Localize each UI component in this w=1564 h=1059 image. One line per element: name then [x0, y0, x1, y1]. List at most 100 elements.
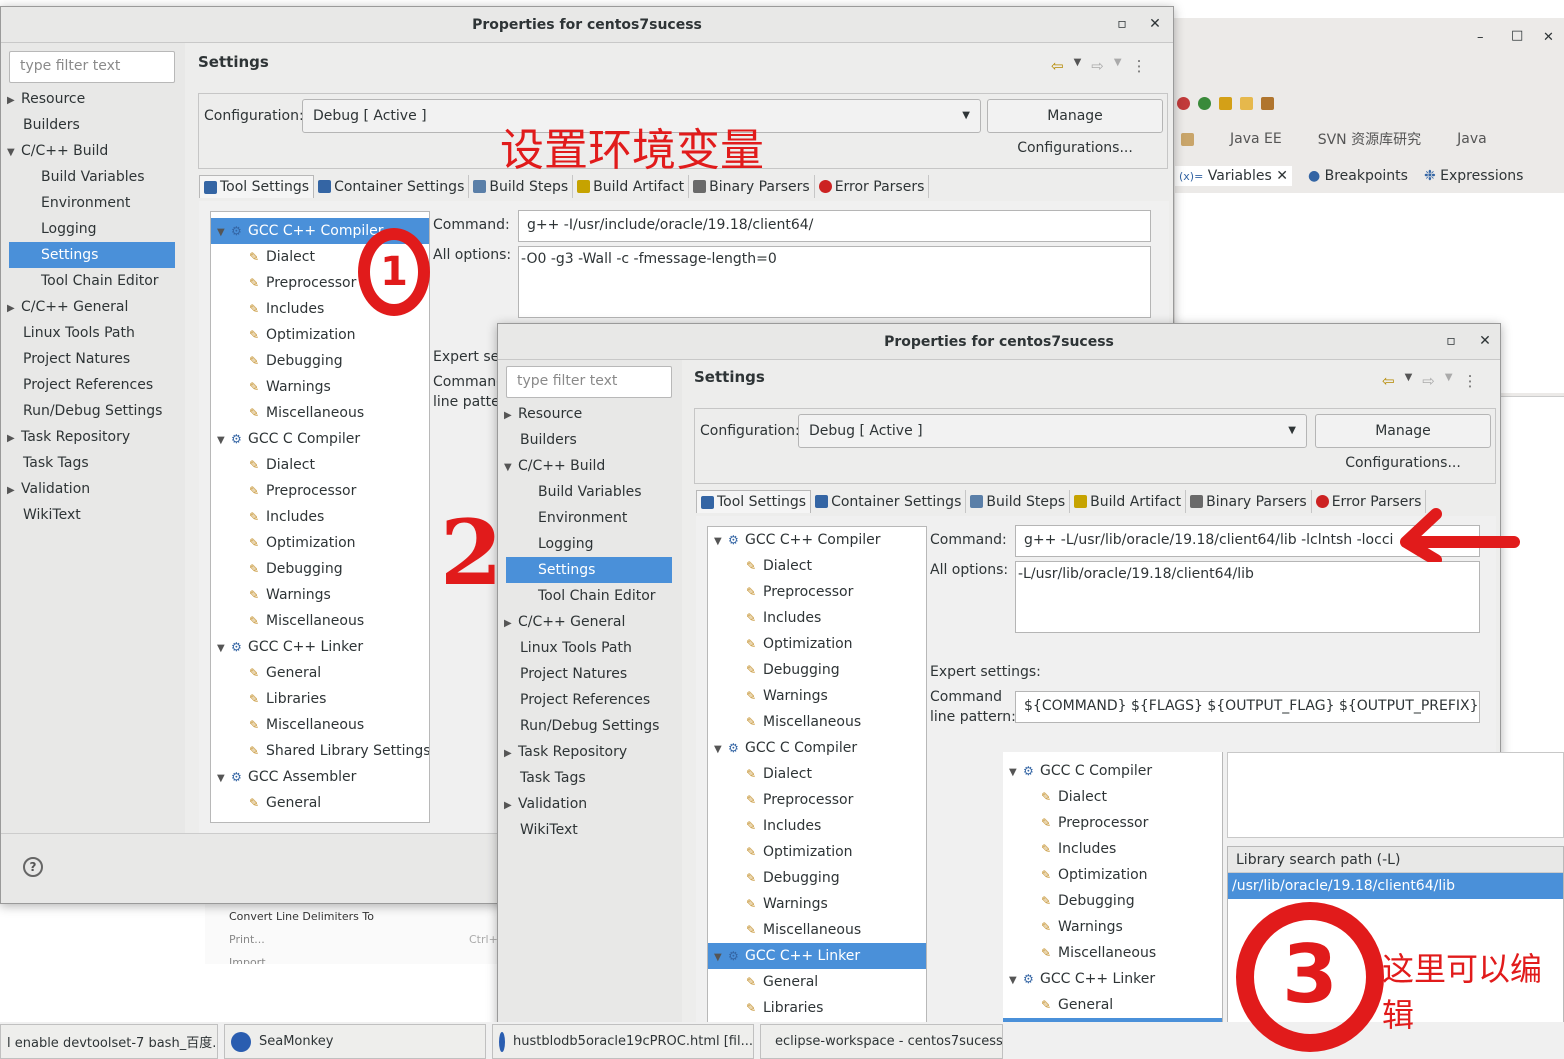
nav-item[interactable]: Run/Debug Settings	[506, 713, 672, 739]
maximize-button[interactable]: ▫	[1442, 332, 1460, 350]
taskbar-item-baidu[interactable]: l enable devtoolset-7 bash_百度...	[0, 1024, 218, 1059]
tool-option[interactable]: ✎ General	[211, 660, 429, 686]
chevron-down-icon[interactable]: ▼	[217, 766, 231, 792]
tool-option[interactable]: ✎ Miscellaneous	[211, 608, 429, 634]
nav-item[interactable]: Builders	[9, 112, 175, 138]
folder-icon[interactable]	[1240, 96, 1253, 110]
all-options-textarea[interactable]: -O0 -g3 -Wall -c -fmessage-length=0	[518, 246, 1151, 318]
tool-option[interactable]: ✎ Optimization	[708, 839, 926, 865]
chevron-down-icon[interactable]: ▼	[714, 737, 728, 763]
tool-option[interactable]: ✎ Miscellaneous	[211, 712, 429, 738]
tool-node[interactable]: ▼ ⚙ GCC C Compiler	[1003, 758, 1222, 784]
run-icon[interactable]	[1198, 96, 1211, 110]
nav-item[interactable]: ▶ C/C++ General	[504, 609, 672, 635]
chevron-down-icon[interactable]: ▼	[714, 945, 728, 971]
forward-arrow-icon[interactable]: ⇨	[1422, 372, 1435, 390]
perspective-java[interactable]: Java	[1457, 131, 1487, 147]
tab-build-artifact[interactable]: Build Artifact	[1070, 490, 1187, 513]
manage-configurations-button[interactable]: Manage Configurations...	[1315, 414, 1491, 471]
nav-item[interactable]: ▶ Task Repository	[7, 424, 175, 452]
nav-item[interactable]: ▶ Task Repository	[504, 739, 672, 765]
chevron-right-icon[interactable]: ▶	[7, 88, 21, 114]
tool-option[interactable]: ✎ Debugging	[211, 556, 429, 582]
tool-node[interactable]: ▼ ⚙ GCC C++ Linker	[708, 943, 926, 969]
tab-binary-parsers[interactable]: Binary Parsers	[1186, 490, 1312, 513]
tool-option[interactable]: ✎ Optimization	[1003, 862, 1222, 888]
tool-option[interactable]: ✎ Shared Library Settings	[211, 738, 429, 764]
forward-dropdown-icon[interactable]: ▼	[1445, 372, 1453, 390]
tool-option[interactable]: ✎ Dialect	[1003, 784, 1222, 810]
tool-option[interactable]: ✎ Debugging	[708, 865, 926, 891]
tab-build-artifact[interactable]: Build Artifact	[573, 175, 690, 198]
tool-option[interactable]: ✎ General	[211, 790, 429, 816]
tool-icon[interactable]	[1261, 96, 1274, 110]
nav-item[interactable]: Tool Chain Editor	[9, 268, 175, 294]
library-list-item[interactable]: /usr/lib/oracle/19.18/client64/lib	[1228, 873, 1563, 899]
nav-item[interactable]: Project References	[506, 687, 672, 713]
tab-tool-settings[interactable]: Tool Settings	[199, 175, 315, 198]
tab-tool-settings[interactable]: Tool Settings	[696, 490, 812, 513]
tab-variables[interactable]: (x)= Variables ✕	[1175, 166, 1292, 186]
tool-option[interactable]: ✎ Dialect	[708, 761, 926, 787]
all-options-textarea[interactable]: -L/usr/lib/oracle/19.18/client64/lib	[1015, 561, 1480, 633]
chevron-down-icon[interactable]: ▼	[217, 636, 231, 662]
config-combo[interactable]: Debug [ Active ] ▼	[798, 414, 1307, 448]
chevron-down-icon[interactable]: ▼	[7, 140, 21, 166]
nav-item[interactable]: ▶ Validation	[504, 791, 672, 819]
tool-option[interactable]: ✎ Optimization	[211, 530, 429, 556]
chevron-right-icon[interactable]: ▶	[7, 426, 21, 452]
nav-item[interactable]: Run/Debug Settings	[9, 398, 175, 424]
back-dropdown-icon[interactable]: ▼	[1405, 372, 1413, 390]
tool-option[interactable]: ✎ Dialect	[211, 452, 429, 478]
help-icon[interactable]: ?	[23, 857, 43, 877]
tool-node[interactable]: ▼ ⚙ GCC C++ Linker	[211, 634, 429, 660]
tool-node[interactable]: ▼ ⚙ GCC Assembler	[211, 764, 429, 790]
tool-option[interactable]: ✎ Miscellaneous	[708, 917, 926, 943]
perspective-svn[interactable]: SVN 资源库研究	[1318, 129, 1421, 149]
chevron-down-icon[interactable]: ▼	[217, 220, 231, 246]
tab-container-settings[interactable]: Container Settings	[811, 490, 967, 513]
tool-option[interactable]: ✎ Warnings	[708, 683, 926, 709]
tool-node[interactable]: ▼ ⚙ GCC C++ Linker	[1003, 966, 1222, 992]
tab-expressions[interactable]: ❉ Expressions	[1424, 168, 1523, 184]
tool-option[interactable]: ✎ General	[1003, 992, 1222, 1018]
tool-option[interactable]: ✎ Libraries	[708, 995, 926, 1021]
nav-item[interactable]: ▼ C/C++ Build	[504, 453, 672, 479]
tool-option[interactable]: ✎ Includes	[211, 504, 429, 530]
tab-build-steps[interactable]: Build Steps	[966, 490, 1071, 513]
tool-option[interactable]: ✎ Optimization	[211, 322, 429, 348]
tool-option[interactable]: ✎ Miscellaneous	[708, 709, 926, 735]
nav-item[interactable]: Linux Tools Path	[9, 320, 175, 346]
nav-item[interactable]: Logging	[9, 216, 175, 242]
tool-option[interactable]: ✎ General	[708, 969, 926, 995]
nav-item[interactable]: Environment	[9, 190, 175, 216]
taskbar-item-seamonkey[interactable]: SeaMonkey	[224, 1024, 486, 1059]
nav-item[interactable]: Project Natures	[9, 346, 175, 372]
nav-item[interactable]: Environment	[506, 505, 672, 531]
chevron-right-icon[interactable]: ▶	[504, 403, 518, 429]
nav-item[interactable]: WikiText	[506, 817, 672, 843]
minimize-button[interactable]: –	[1477, 30, 1484, 45]
back-arrow-icon[interactable]: ⇦	[1051, 57, 1064, 75]
chevron-down-icon[interactable]: ▼	[1009, 968, 1023, 994]
tool-node[interactable]: ▼ ⚙ GCC C Compiler	[708, 735, 926, 761]
forward-dropdown-icon[interactable]: ▼	[1114, 57, 1122, 75]
tool-option[interactable]: ✎ Miscellaneous	[211, 400, 429, 426]
tab-breakpoints[interactable]: ● Breakpoints	[1308, 168, 1408, 184]
nav-item[interactable]: Tool Chain Editor	[506, 583, 672, 609]
close-button[interactable]: ✕	[1146, 15, 1164, 33]
tool-node[interactable]: ▼ ⚙ GCC C Compiler	[211, 426, 429, 452]
chevron-right-icon[interactable]: ▶	[504, 793, 518, 819]
manage-configurations-button[interactable]: Manage Configurations...	[987, 99, 1163, 156]
tab-build-steps[interactable]: Build Steps	[469, 175, 574, 198]
nav-item[interactable]: Build Variables	[9, 164, 175, 190]
tool-option[interactable]: ✎ Includes	[708, 605, 926, 631]
back-dropdown-icon[interactable]: ▼	[1074, 57, 1082, 75]
debug-icon[interactable]	[1177, 96, 1190, 110]
command-input[interactable]: g++ -I/usr/include/oracle/19.18/client64…	[518, 210, 1151, 242]
maximize-button[interactable]: ▫	[1113, 15, 1131, 33]
tool-option[interactable]: ✎ Libraries	[211, 686, 429, 712]
back-arrow-icon[interactable]: ⇦	[1382, 372, 1395, 390]
menu-item-print[interactable]: Print...	[229, 933, 265, 946]
filter-input[interactable]: type filter text	[506, 366, 672, 398]
